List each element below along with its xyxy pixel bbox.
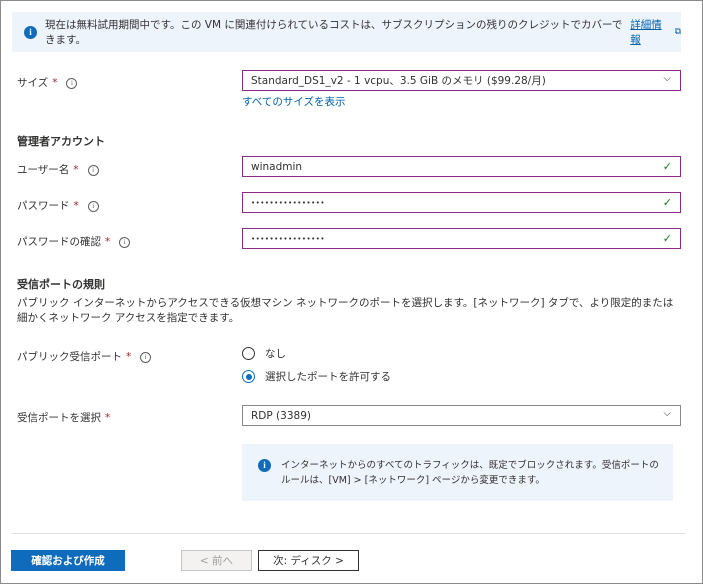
radio-allow-selected[interactable]: 選択したポートを許可する <box>242 369 391 384</box>
radio-button[interactable] <box>242 347 255 360</box>
required-marker: * <box>52 77 58 89</box>
inbound-rules-heading: 受信ポートの規則 <box>17 278 105 291</box>
inbound-ports-dropdown[interactable]: RDP (3389) ⌵ <box>242 405 681 426</box>
confirm-password-value: •••••••••••••••• <box>251 234 326 243</box>
traffic-info-text: インターネットからのすべてのトラフィックは、既定でブロックされます。受信ポートの… <box>281 460 659 486</box>
required-marker: * <box>126 351 132 363</box>
confirm-password-label-row: パスワードの確認 * i <box>17 234 131 249</box>
username-input[interactable]: winadmin ✓ <box>242 156 681 177</box>
password-label: パスワード <box>17 200 70 212</box>
radio-none[interactable]: なし <box>242 346 286 361</box>
info-icon: i <box>24 25 37 39</box>
trial-info-banner: i 現在は無料試用期間中です。この VM に関連付けられているコストは、サブスク… <box>12 12 681 52</box>
info-tooltip-icon[interactable]: i <box>140 352 152 363</box>
password-input[interactable]: •••••••••••••••• ✓ <box>242 192 681 213</box>
size-label-row: サイズ * i <box>17 75 78 90</box>
password-label-row: パスワード * i <box>17 198 99 213</box>
chevron-down-icon: ⌵ <box>663 408 671 419</box>
traffic-info-box: i インターネットからのすべてのトラフィックは、既定でブロックされます。受信ポー… <box>242 444 673 501</box>
learn-more-link[interactable]: 詳細情報 <box>630 17 669 47</box>
info-tooltip-icon[interactable]: i <box>87 201 99 212</box>
select-ports-label-row: 受信ポートを選択 * <box>17 410 110 425</box>
admin-account-heading: 管理者アカウント <box>17 135 105 148</box>
password-value: •••••••••••••••• <box>251 198 326 207</box>
inbound-ports-value: RDP (3389) <box>251 409 311 422</box>
radio-none-label: なし <box>265 348 286 360</box>
confirm-password-input[interactable]: •••••••••••••••• ✓ <box>242 228 681 249</box>
size-value: Standard_DS1_v2 - 1 vcpu、3.5 GiB のメモリ ($… <box>251 75 546 87</box>
footer-divider <box>12 533 685 534</box>
size-dropdown[interactable]: Standard_DS1_v2 - 1 vcpu、3.5 GiB のメモリ ($… <box>242 70 681 91</box>
next-disks-button[interactable]: 次: ディスク > <box>258 550 359 571</box>
inbound-rules-description: パブリック インターネットからアクセスできる仮想マシン ネットワークのポートを選… <box>17 297 674 324</box>
username-value: winadmin <box>251 160 303 173</box>
review-create-button[interactable]: 確認および作成 <box>11 550 125 571</box>
username-label-row: ユーザー名 * i <box>17 162 99 177</box>
radio-allow-label: 選択したポートを許可する <box>265 371 391 383</box>
info-tooltip-icon[interactable]: i <box>66 78 78 89</box>
size-label: サイズ <box>17 77 49 89</box>
info-icon: i <box>258 459 271 472</box>
previous-button[interactable]: < 前へ <box>181 550 252 571</box>
required-marker: * <box>73 200 79 212</box>
required-marker: * <box>105 236 111 248</box>
banner-text: 現在は無料試用期間中です。この VM に関連付けられているコストは、サブスクリプ… <box>45 19 623 46</box>
username-label: ユーザー名 <box>17 164 70 176</box>
public-ports-label-row: パブリック受信ポート * i <box>17 349 152 364</box>
info-tooltip-icon[interactable]: i <box>87 165 99 176</box>
info-tooltip-icon[interactable]: i <box>119 237 131 248</box>
check-icon: ✓ <box>662 232 672 245</box>
public-ports-label: パブリック受信ポート <box>17 351 122 363</box>
required-marker: * <box>73 164 79 176</box>
confirm-password-label: パスワードの確認 <box>17 236 101 248</box>
check-icon: ✓ <box>662 160 672 173</box>
see-all-sizes-link[interactable]: すべてのサイズを表示 <box>242 94 346 109</box>
chevron-down-icon: ⌵ <box>663 73 671 84</box>
check-icon: ✓ <box>662 196 672 209</box>
select-ports-label: 受信ポートを選択 <box>17 412 101 424</box>
radio-button-selected[interactable] <box>242 370 255 383</box>
external-link-icon: ⧉ <box>674 27 681 37</box>
required-marker: * <box>105 412 111 424</box>
